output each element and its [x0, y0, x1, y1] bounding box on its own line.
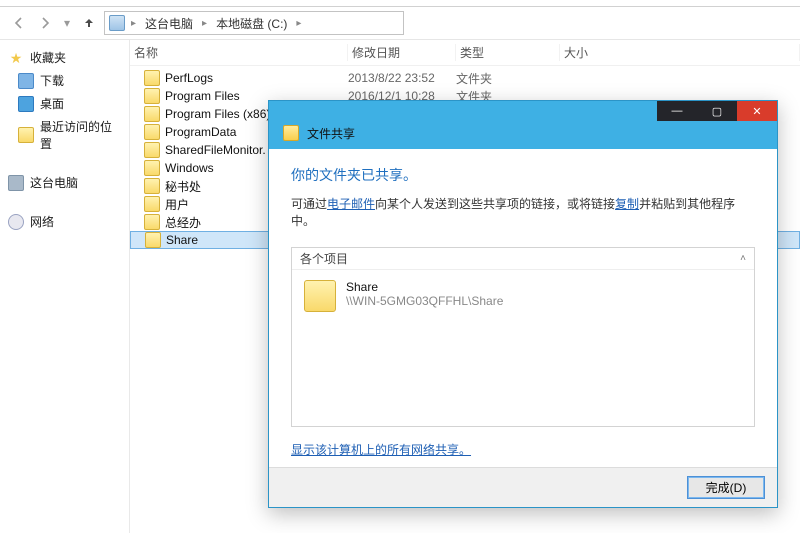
- folder-icon: [145, 232, 161, 248]
- file-name: Windows: [165, 161, 214, 175]
- chevron-right-icon: ▸: [129, 18, 138, 29]
- window-minimize-button[interactable]: —: [657, 101, 697, 121]
- nav-forward-button[interactable]: [34, 12, 56, 34]
- network-icon: [8, 214, 24, 230]
- file-name: 总经办: [165, 214, 201, 231]
- dialog-message: 可通过电子邮件向某个人发送到这些共享项的链接，或将链接复制并粘贴到其他程序中。: [291, 195, 755, 229]
- done-button-label: 完成(D): [706, 479, 747, 496]
- sidebar-item-label: 下载: [40, 72, 64, 89]
- nav-up-button[interactable]: [78, 12, 100, 34]
- folder-icon: [144, 178, 160, 194]
- chevron-right-icon: ▸: [200, 18, 209, 29]
- sidebar-item-recent[interactable]: 最近访问的位置: [4, 115, 125, 155]
- dialog-heading: 你的文件夹已共享。: [291, 165, 755, 185]
- dialog-footer: 完成(D): [269, 467, 777, 507]
- window-maximize-button[interactable]: ▢: [697, 101, 737, 121]
- file-name: Program Files: [165, 89, 240, 103]
- desktop-icon: [18, 96, 34, 112]
- nav-favorites-header[interactable]: ★ 收藏夹: [4, 46, 125, 69]
- navigation-pane: ★ 收藏夹 下载桌面最近访问的位置 这台电脑 网络: [0, 40, 130, 533]
- column-header-size[interactable]: 大小: [560, 44, 800, 61]
- chevron-right-icon: ▸: [294, 18, 303, 29]
- address-bar: ▾ ▸ 这台电脑 ▸ 本地磁盘 (C:) ▸: [0, 7, 800, 40]
- download-icon: [18, 73, 34, 89]
- breadcrumb-this-pc[interactable]: 这台电脑: [142, 12, 196, 34]
- folder-icon: [144, 214, 160, 230]
- nav-network[interactable]: 网络: [4, 210, 125, 233]
- file-date: 2013/8/22 23:52: [348, 71, 456, 85]
- column-header-date[interactable]: 修改日期: [348, 44, 456, 61]
- file-name: Share: [166, 233, 198, 247]
- file-name: SharedFileMonitor.: [165, 143, 266, 157]
- shared-items-box: 各个项目 ˄ Share \\WIN-5GMG03QFFHL\Share: [291, 247, 755, 427]
- file-name: 用户: [165, 196, 189, 213]
- dialog-body: 你的文件夹已共享。 可通过电子邮件向某个人发送到这些共享项的链接，或将链接复制并…: [269, 149, 777, 467]
- file-name: PerfLogs: [165, 71, 213, 85]
- shared-item-path: \\WIN-5GMG03QFFHL\Share: [346, 294, 503, 308]
- file-name: Program Files (x86): [165, 107, 270, 121]
- shared-item[interactable]: Share \\WIN-5GMG03QFFHL\Share: [304, 280, 742, 312]
- shared-items-header[interactable]: 各个项目 ˄: [292, 248, 754, 270]
- shared-item-name: Share: [346, 280, 503, 294]
- dialog-titlebar[interactable]: — ▢ ✕ 文件共享: [269, 101, 777, 149]
- folder-icon: [144, 70, 160, 86]
- window-chrome-strip: [0, 0, 800, 7]
- nav-back-button[interactable]: [8, 12, 30, 34]
- file-name: ProgramData: [165, 125, 236, 139]
- nav-favorites-label: 收藏夹: [30, 49, 66, 66]
- drive-icon: [109, 15, 125, 31]
- column-header-type[interactable]: 类型: [456, 44, 560, 61]
- folder-icon: [144, 196, 160, 212]
- folder-icon: [144, 106, 160, 122]
- show-all-shares-link[interactable]: 显示该计算机上的所有网络共享。: [291, 443, 471, 457]
- folder-icon: [144, 124, 160, 140]
- breadcrumb[interactable]: ▸ 这台电脑 ▸ 本地磁盘 (C:) ▸: [104, 11, 404, 35]
- folder-icon: [304, 280, 336, 312]
- table-row[interactable]: PerfLogs 2013/8/22 23:52文件夹: [130, 69, 800, 87]
- copy-link[interactable]: 复制: [615, 197, 639, 211]
- file-name: 秘书处: [165, 178, 201, 195]
- sidebar-item-download[interactable]: 下载: [4, 69, 125, 92]
- nav-history-dropdown[interactable]: ▾: [60, 12, 74, 34]
- nav-this-pc-label: 这台电脑: [30, 174, 78, 191]
- column-header-name[interactable]: 名称: [130, 44, 348, 61]
- sidebar-item-label: 最近访问的位置: [40, 118, 121, 152]
- file-type: 文件夹: [456, 70, 560, 87]
- breadcrumb-drive-c[interactable]: 本地磁盘 (C:): [213, 12, 290, 34]
- dialog-title: 文件共享: [307, 125, 355, 142]
- column-headers: 名称 修改日期 类型 大小: [130, 40, 800, 66]
- folder-icon: [144, 160, 160, 176]
- window-close-button[interactable]: ✕: [737, 101, 777, 121]
- chevron-up-icon: ˄: [740, 253, 746, 264]
- pc-icon: [8, 175, 24, 191]
- shared-items-header-label: 各个项目: [300, 250, 348, 267]
- folder-icon: [144, 88, 160, 104]
- recent-icon: [18, 127, 34, 143]
- sidebar-item-desktop[interactable]: 桌面: [4, 92, 125, 115]
- nav-network-label: 网络: [30, 213, 54, 230]
- star-icon: ★: [8, 50, 24, 66]
- done-button[interactable]: 完成(D): [687, 476, 765, 499]
- dialog-message-prefix: 可通过: [291, 197, 327, 211]
- sidebar-item-label: 桌面: [40, 95, 64, 112]
- file-sharing-dialog: — ▢ ✕ 文件共享 你的文件夹已共享。 可通过电子邮件向某个人发送到这些共享项…: [268, 100, 778, 508]
- email-link[interactable]: 电子邮件: [327, 197, 375, 211]
- nav-this-pc[interactable]: 这台电脑: [4, 171, 125, 194]
- folder-share-icon: [283, 125, 299, 141]
- folder-icon: [144, 142, 160, 158]
- dialog-message-mid: 向某个人发送到这些共享项的链接，或将链接: [375, 197, 615, 211]
